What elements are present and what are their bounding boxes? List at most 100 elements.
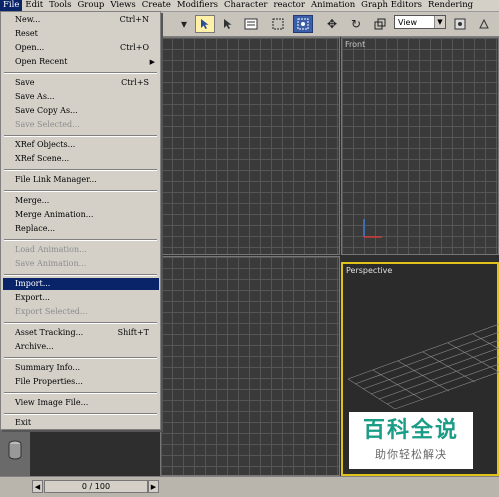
menu-item-label: Load Animation... xyxy=(15,245,87,254)
menu-item-label: Save As... xyxy=(15,92,55,101)
menu-create[interactable]: Create xyxy=(139,0,174,11)
cylinder-icon xyxy=(8,440,22,460)
menu-item-save-animation: Save Animation... xyxy=(3,258,159,270)
axis-tripod-icon xyxy=(363,219,382,238)
menu-separator xyxy=(4,169,157,171)
menu-item-load-animation: Load Animation... xyxy=(3,244,159,256)
menu-item-label: Summary Info... xyxy=(15,363,81,372)
shortcut-label: Ctrl+S xyxy=(121,78,149,87)
menu-item-label: Replace... xyxy=(15,224,56,233)
menu-item-label: View Image File... xyxy=(15,398,89,407)
menu-separator xyxy=(4,135,157,137)
chevron-left-icon[interactable]: ◀ xyxy=(32,480,43,493)
menu-edit[interactable]: Edit xyxy=(22,0,46,11)
viewport-front[interactable]: Front xyxy=(341,37,499,255)
pivot-center-icon[interactable] xyxy=(450,15,470,33)
menu-item-label: Open Recent xyxy=(15,57,68,66)
menu-item-label: Save Selected... xyxy=(15,120,80,129)
menu-item-merge-animation[interactable]: Merge Animation... xyxy=(3,209,159,221)
menu-character[interactable]: Character xyxy=(221,0,270,11)
time-slider[interactable]: 0 / 100 xyxy=(44,480,148,493)
menu-item-asset-tracking[interactable]: Asset Tracking... Shift+T xyxy=(3,327,159,339)
menu-item-summary-info[interactable]: Summary Info... xyxy=(3,362,159,374)
viewport-top[interactable] xyxy=(160,37,340,255)
viewport-label-perspective[interactable]: Perspective xyxy=(346,266,392,275)
menu-item-label: Asset Tracking... xyxy=(15,328,84,337)
reference-coordinate-select[interactable]: View ▼ xyxy=(394,15,446,29)
menu-item-save-as[interactable]: Save As... xyxy=(3,91,159,103)
menu-item-open-recent[interactable]: Open Recent ▶ xyxy=(3,56,159,68)
menu-item-reset[interactable]: Reset xyxy=(3,28,159,40)
chevron-down-icon: ▼ xyxy=(434,16,445,28)
perspective-grid xyxy=(347,323,499,410)
rectangular-selection-icon[interactable] xyxy=(268,15,288,33)
watermark: 百科全说 助你轻松解决 xyxy=(349,412,473,469)
shortcut-label: Shift+T xyxy=(117,328,149,337)
menu-item-open[interactable]: Open... Ctrl+O xyxy=(3,42,159,54)
menu-item-save[interactable]: Save Ctrl+S xyxy=(3,77,159,89)
shortcut-label: Ctrl+N xyxy=(119,15,149,24)
menu-item-new[interactable]: New... Ctrl+N xyxy=(3,14,159,26)
menu-item-label: Import... xyxy=(15,279,51,288)
viewport-left[interactable] xyxy=(160,256,340,476)
menu-item-import[interactable]: Import... xyxy=(3,278,159,290)
menu-item-label: File Link Manager... xyxy=(15,175,97,184)
menu-item-label: XRef Objects... xyxy=(15,140,76,149)
time-slider-bar: ◀ 0 / 100 ▶ xyxy=(0,476,499,497)
menu-item-archive[interactable]: Archive... xyxy=(3,341,159,353)
menu-views[interactable]: Views xyxy=(107,0,138,11)
file-menu-dropdown: New... Ctrl+N Reset Open... Ctrl+O Open Re… xyxy=(0,11,161,430)
menu-item-save-copy-as[interactable]: Save Copy As... xyxy=(3,105,159,117)
menu-separator xyxy=(4,413,157,415)
menu-file[interactable]: File xyxy=(0,0,23,11)
menu-item-file-properties[interactable]: File Properties... xyxy=(3,376,159,388)
menu-item-label: Merge Animation... xyxy=(15,210,94,219)
menu-separator xyxy=(4,239,157,241)
menu-item-file-link-manager[interactable]: File Link Manager... xyxy=(3,174,159,186)
menu-separator xyxy=(4,357,157,359)
menu-item-label: New... xyxy=(15,15,41,24)
move-icon[interactable]: ✥ xyxy=(322,15,342,33)
menu-group[interactable]: Group xyxy=(74,0,107,11)
select-object-icon[interactable] xyxy=(195,15,215,33)
menu-item-merge[interactable]: Merge... xyxy=(3,195,159,207)
menu-item-label: Reset xyxy=(15,29,38,38)
menu-separator xyxy=(4,190,157,192)
window-crossing-icon[interactable] xyxy=(293,15,313,33)
menu-separator xyxy=(4,274,157,276)
menu-item-exit[interactable]: Exit xyxy=(3,417,159,429)
watermark-title: 百科全说 xyxy=(362,418,459,443)
menu-item-xref-scene[interactable]: XRef Scene... xyxy=(3,153,159,165)
menu-item-label: Merge... xyxy=(15,196,50,205)
select-manipulate-icon[interactable] xyxy=(474,15,494,33)
submenu-arrow-icon: ▶ xyxy=(149,58,155,66)
menu-item-label: Export Selected... xyxy=(15,307,88,316)
scale-icon[interactable] xyxy=(370,15,390,33)
menu-separator xyxy=(4,392,157,394)
menu-item-label: Export... xyxy=(15,293,50,302)
menu-separator xyxy=(4,322,157,324)
text-list-icon[interactable] xyxy=(241,15,261,33)
rotate-icon[interactable]: ↻ xyxy=(346,15,366,33)
menu-animation[interactable]: Animation xyxy=(308,0,358,11)
select-by-name-icon[interactable] xyxy=(218,15,238,33)
menu-graph-editors[interactable]: Graph Editors xyxy=(358,0,425,11)
menu-item-replace[interactable]: Replace... xyxy=(3,223,159,235)
chevron-right-icon[interactable]: ▶ xyxy=(148,480,159,493)
menu-rendering[interactable]: Rendering xyxy=(425,0,476,11)
menu-item-label: XRef Scene... xyxy=(15,154,70,163)
watermark-subtitle: 助你轻松解决 xyxy=(375,448,447,461)
reference-coordinate-value: View xyxy=(398,18,417,27)
menu-item-export[interactable]: Export... xyxy=(3,292,159,304)
menu-item-label: Archive... xyxy=(15,342,54,351)
menu-item-label: Exit xyxy=(15,418,32,427)
dropdown-arrow-icon[interactable]: ▾ xyxy=(178,15,190,33)
viewport-label-front[interactable]: Front xyxy=(345,40,365,49)
menu-item-label: Save xyxy=(15,78,35,87)
menu-item-view-image-file[interactable]: View Image File... xyxy=(3,397,159,409)
menu-modifiers[interactable]: Modifiers xyxy=(174,0,221,11)
menu-item-xref-objects[interactable]: XRef Objects... xyxy=(3,139,159,151)
menu-tools[interactable]: Tools xyxy=(46,0,74,11)
menu-reactor[interactable]: reactor xyxy=(270,0,308,11)
menu-item-label: File Properties... xyxy=(15,377,83,386)
